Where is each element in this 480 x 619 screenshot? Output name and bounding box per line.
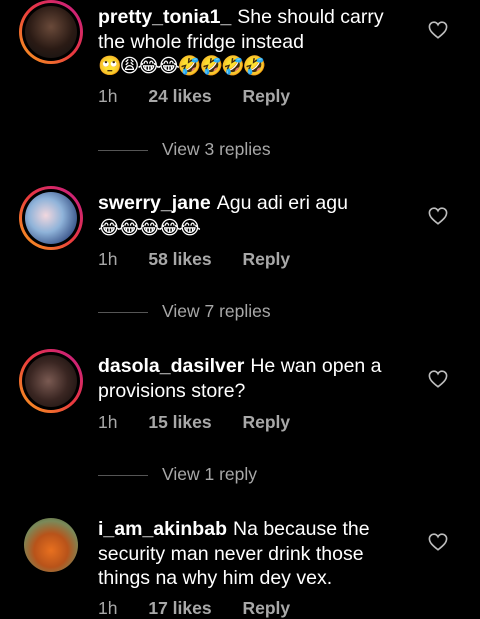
comment-time: 1h [98,86,118,106]
reply-button[interactable]: Reply [242,249,290,269]
comment-time: 1h [98,249,118,269]
divider [98,149,148,151]
avatar[interactable] [19,0,83,64]
comment-likes[interactable]: 15 likes [148,412,211,432]
heart-outline-icon[interactable] [428,207,448,225]
comment-text: pretty_tonia1_ She should carry the whole… [98,5,408,79]
comment-emojis: 🙄😩😂😂🤣🤣🤣🤣 [98,56,266,77]
divider [98,311,148,313]
view-replies-button[interactable]: View 7 replies [98,301,271,322]
comment-emojis: 😂😂😂😂😂 [98,217,201,239]
reply-button[interactable]: Reply [242,598,290,618]
comment-meta: 1h 24 likes Reply [98,86,316,107]
comment-username[interactable]: swerry_jane [98,192,211,214]
comment-likes[interactable]: 58 likes [148,249,211,269]
comment-time: 1h [98,412,118,432]
reply-button[interactable]: Reply [242,86,290,106]
comment-likes[interactable]: 24 likes [148,86,211,106]
avatar[interactable] [19,186,83,250]
avatar[interactable] [24,518,78,572]
comment-username[interactable]: i_am_akinbab [98,518,227,540]
comment-username[interactable]: dasola_dasilver [98,355,244,377]
heart-outline-icon[interactable] [428,21,448,39]
comment-meta: 1h 17 likes Reply [98,598,316,619]
divider [98,474,148,476]
comment-time: 1h [98,598,118,618]
comment-text: dasola_dasilver He wan open a provisions … [98,354,408,403]
avatar[interactable] [19,349,83,413]
comment-text: i_am_akinbab Na because the security man … [98,517,408,591]
comment-body: Agu adi eri agu [216,192,348,214]
reply-button[interactable]: Reply [242,412,290,432]
heart-outline-icon[interactable] [428,533,448,551]
comment-likes[interactable]: 17 likes [148,598,211,618]
comment-meta: 1h 15 likes Reply [98,412,316,433]
comment-text: swerry_jane Agu adi eri agu 😂😂😂😂😂 [98,191,408,240]
heart-outline-icon[interactable] [428,370,448,388]
view-replies-button[interactable]: View 1 reply [98,464,257,485]
comment-meta: 1h 58 likes Reply [98,249,316,270]
comment-username[interactable]: pretty_tonia1_ [98,6,231,28]
view-replies-button[interactable]: View 3 replies [98,139,271,160]
